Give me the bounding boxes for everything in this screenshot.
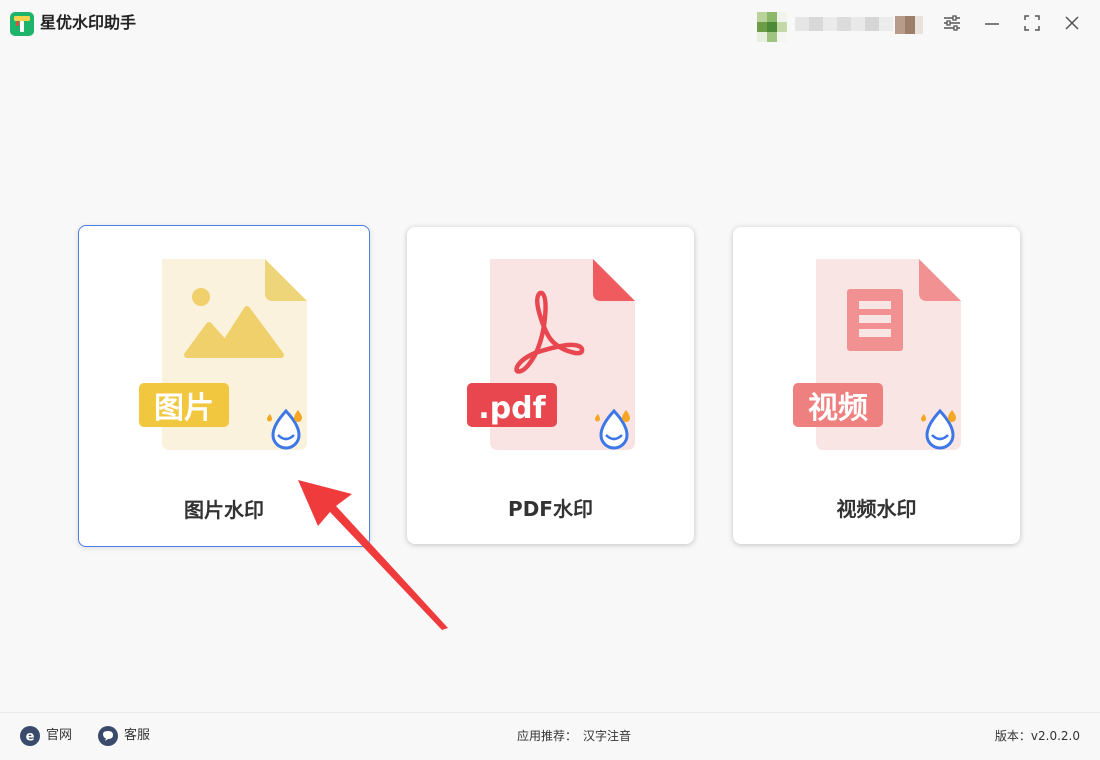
version-text: 版本：v2.0.2.0 — [994, 729, 1080, 743]
minimize-icon — [985, 23, 999, 25]
minimize-button[interactable] — [980, 11, 1004, 35]
website-e-icon: e — [20, 726, 40, 746]
app-recommendation: 应用推荐： 汉字注音 — [517, 725, 631, 747]
recommend-label: 应用推荐： — [517, 729, 578, 743]
customer-service-link[interactable]: 客服 — [98, 725, 150, 747]
card-label: 视频水印 — [836, 497, 917, 521]
maximize-icon — [1024, 15, 1040, 31]
svg-text:e: e — [26, 730, 35, 745]
footer-bar: e 官网 客服 应用推荐： 汉字注音 版本：v2.0.2.0 — [0, 712, 1100, 760]
chat-bubble-icon — [98, 726, 118, 746]
title-bar: 星优水印助手 — [0, 0, 1100, 46]
recommended-app-link[interactable]: 汉字注音 — [583, 729, 631, 743]
settings-button[interactable] — [940, 11, 964, 35]
customer-service-label: 客服 — [124, 728, 151, 743]
app-logo-icon — [10, 12, 34, 36]
image-file-icon: 图片 — [139, 259, 307, 450]
red-arrow-annotation — [298, 480, 448, 630]
settings-sliders-icon — [944, 15, 960, 31]
video-file-icon: 视频 — [793, 259, 961, 450]
website-label: 官网 — [46, 728, 73, 743]
app-title: 星优水印助手 — [40, 13, 137, 32]
close-icon — [1065, 16, 1079, 30]
user-avatar[interactable] — [757, 12, 787, 42]
user-name-blurred[interactable] — [795, 14, 927, 36]
svg-text:图片: 图片 — [154, 391, 214, 426]
website-link[interactable]: e 官网 — [20, 725, 72, 747]
pdf-file-icon: .pdf — [467, 259, 635, 450]
svg-text:视频: 视频 — [808, 391, 868, 426]
svg-text:.pdf: .pdf — [478, 391, 546, 426]
maximize-button[interactable] — [1020, 11, 1044, 35]
card-video-watermark[interactable]: 视频 视频水印 — [733, 227, 1020, 544]
close-button[interactable] — [1060, 11, 1084, 35]
